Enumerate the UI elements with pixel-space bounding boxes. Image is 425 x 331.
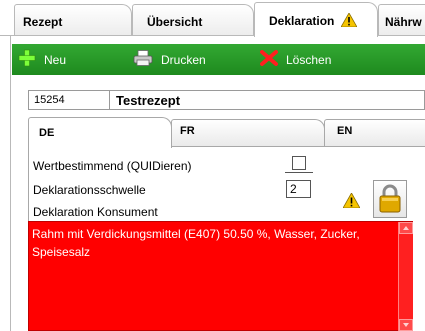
declaration-textarea[interactable]: Rahm mit Verdickungsmittel (E407) 50.50 …: [28, 221, 413, 331]
tab-label: Deklaration: [269, 14, 335, 28]
chevron-down-icon: [403, 323, 409, 327]
warning-icon: [342, 192, 361, 211]
chevron-up-icon: [403, 226, 409, 230]
schwelle-label: Deklarationsschwelle: [33, 183, 146, 197]
tab-label: Nährw: [385, 15, 422, 29]
delete-label: Löschen: [286, 52, 332, 67]
top-tab-bar: Rezept Übersicht Deklaration Nährw: [0, 0, 425, 37]
printer-icon: [133, 50, 161, 69]
tab-label: DE: [39, 127, 55, 139]
print-button[interactable]: Drucken: [133, 44, 206, 75]
checkbox-underline: [285, 172, 313, 173]
scroll-down-button[interactable]: [399, 319, 413, 331]
warning-icon: [340, 12, 358, 30]
toolbar: Neu Drucken Löschen: [12, 44, 425, 75]
new-button[interactable]: Neu: [18, 44, 66, 75]
konsument-label: Deklaration Konsument: [33, 205, 158, 219]
wertbestimmend-checkbox[interactable]: [292, 156, 306, 170]
tab-naehrwerte[interactable]: Nährw: [378, 4, 425, 36]
tab-rezept[interactable]: Rezept: [14, 4, 132, 36]
declaration-scrollbar[interactable]: [398, 222, 413, 331]
tab-label: Rezept: [23, 15, 63, 29]
wertbestimmend-label: Wertbestimmend (QUIDieren): [33, 159, 192, 173]
schwelle-input[interactable]: 2: [286, 180, 311, 198]
tab-de[interactable]: DE: [28, 117, 172, 148]
tab-fr[interactable]: FR: [171, 119, 325, 147]
scroll-up-button[interactable]: [399, 222, 413, 234]
tab-uebersicht[interactable]: Übersicht: [132, 4, 254, 36]
tab-label: EN: [337, 125, 353, 137]
padlock-icon: [378, 183, 402, 216]
delete-button[interactable]: Löschen: [260, 44, 331, 75]
tab-label: Übersicht: [147, 15, 203, 29]
tab-label: FR: [180, 125, 195, 137]
language-tab-bar: DE FR EN: [28, 117, 425, 148]
plus-icon: [18, 49, 44, 70]
recipe-name-field[interactable]: Testrezept: [110, 90, 425, 110]
print-label: Drucken: [161, 52, 206, 67]
recipe-number-field[interactable]: 15254: [28, 90, 110, 110]
tab-deklaration[interactable]: Deklaration: [254, 2, 378, 37]
declaration-text: Rahm mit Verdickungsmittel (E407) 50.50 …: [32, 227, 360, 259]
lock-button[interactable]: [373, 180, 407, 218]
tab-en[interactable]: EN: [324, 119, 425, 147]
new-label: Neu: [44, 52, 67, 67]
x-icon: [260, 50, 286, 69]
